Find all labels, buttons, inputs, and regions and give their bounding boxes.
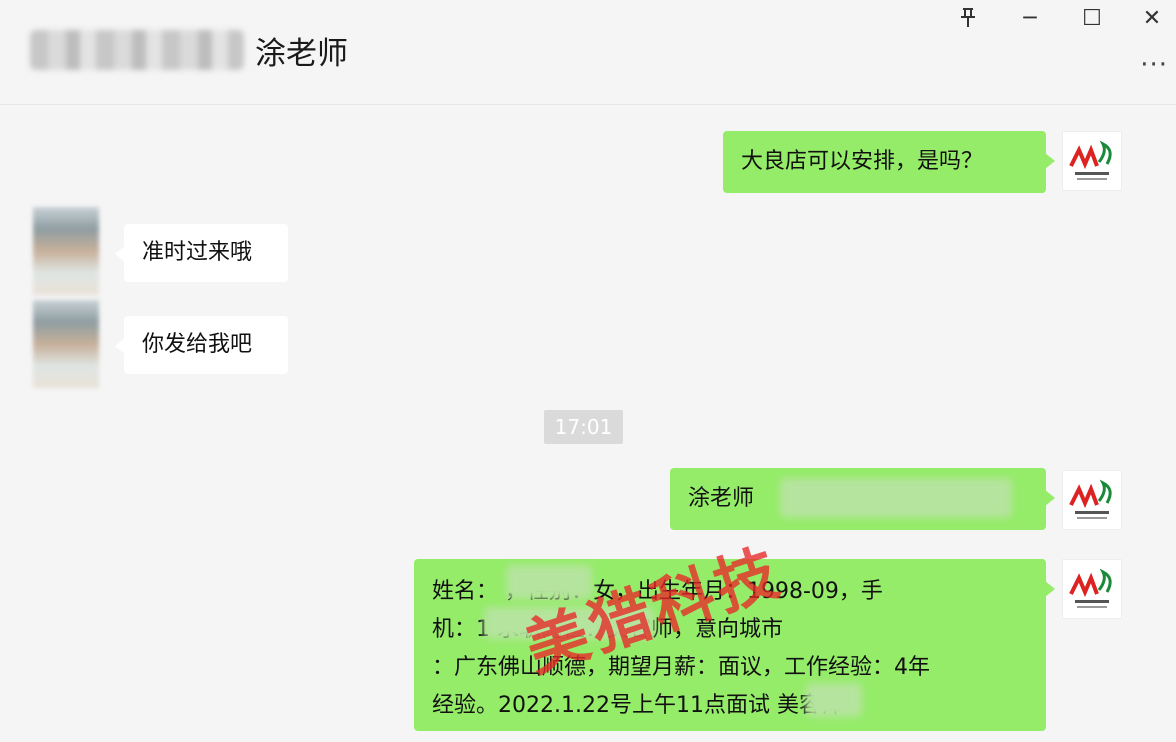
message-line: 经验。2022.1.22号上午11点面试 美容师: [432, 693, 843, 718]
contact-avatar[interactable]: [33, 300, 99, 388]
minimize-button[interactable]: ─: [1016, 4, 1044, 32]
redacted-text: [780, 478, 1012, 518]
message-line: ：广东佛山顺德，期望月薪：面议，工作经验：4年: [432, 655, 930, 680]
logo-icon: [1069, 140, 1112, 180]
message-bubble-received[interactable]: 准时过来哦: [115, 224, 288, 282]
message-bubble-sent[interactable]: 大良店可以安排，是吗？: [723, 131, 1055, 193]
message-text: 准时过来哦: [142, 240, 253, 265]
message-timestamp: 17:01: [544, 410, 623, 444]
close-button[interactable]: ✕: [1138, 4, 1166, 32]
message-bubble-received[interactable]: 你发给我吧: [115, 316, 288, 374]
pin-icon[interactable]: [954, 4, 982, 32]
my-avatar[interactable]: [1062, 559, 1122, 619]
logo-icon: [1069, 479, 1112, 519]
contact-avatar[interactable]: [33, 207, 99, 295]
message-bubble-sent[interactable]: 姓名： ，性别：女，出生年月：1998-09，手 机：1 求职岗位：美容师，意向…: [414, 559, 1055, 731]
blurred-contact-prefix: [30, 30, 244, 70]
redacted-phone: [484, 607, 654, 639]
message-bubble-sent[interactable]: 涂老师: [670, 468, 1055, 530]
my-avatar[interactable]: [1062, 470, 1122, 530]
redacted-name: [506, 565, 592, 599]
my-avatar[interactable]: [1062, 131, 1122, 191]
more-options-icon[interactable]: ···: [1140, 50, 1168, 80]
message-text: 你发给我吧: [142, 332, 253, 357]
chat-title: 涂老师: [255, 36, 348, 72]
logo-icon: [1069, 568, 1112, 608]
chat-header: 涂老师 ─ ☐ ✕ ···: [0, 0, 1176, 105]
message-text: 大良店可以安排，是吗？: [741, 149, 984, 174]
redacted-store: [806, 683, 862, 717]
message-text: 涂老师: [688, 486, 755, 511]
maximize-button[interactable]: ☐: [1078, 4, 1106, 32]
